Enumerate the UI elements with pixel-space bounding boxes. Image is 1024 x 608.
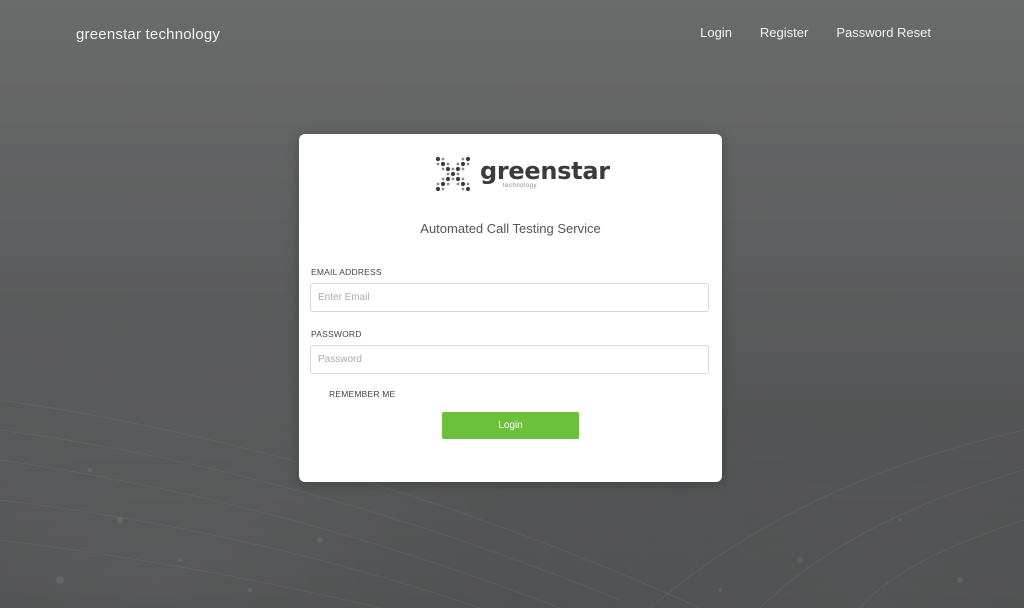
remember-me-toggle[interactable]: REMEMBER ME xyxy=(329,389,395,399)
password-label: PASSWORD xyxy=(311,329,362,339)
login-button[interactable]: Login xyxy=(442,412,579,439)
greenstar-logo: greenstar technology xyxy=(435,156,610,192)
service-title: Automated Call Testing Service xyxy=(420,221,601,236)
greenstar-logo-mark-icon xyxy=(435,156,471,192)
email-label: EMAIL ADDRESS xyxy=(311,267,382,277)
logo-wordmark: greenstar xyxy=(480,157,610,185)
email-field[interactable] xyxy=(310,283,709,312)
password-field[interactable] xyxy=(310,345,709,374)
brand-name[interactable]: greenstar technology xyxy=(76,26,220,43)
nav-register-link[interactable]: Register xyxy=(760,25,808,40)
nav-login-link[interactable]: Login xyxy=(700,25,732,40)
nav-links: Login Register Password Reset xyxy=(700,25,931,40)
logo-subtext: technology xyxy=(503,183,538,189)
top-navbar: greenstar technology Login Register Pass… xyxy=(0,0,1024,68)
nav-password-reset-link[interactable]: Password Reset xyxy=(836,25,931,40)
login-card: greenstar technology Automated Call Test… xyxy=(299,134,722,482)
